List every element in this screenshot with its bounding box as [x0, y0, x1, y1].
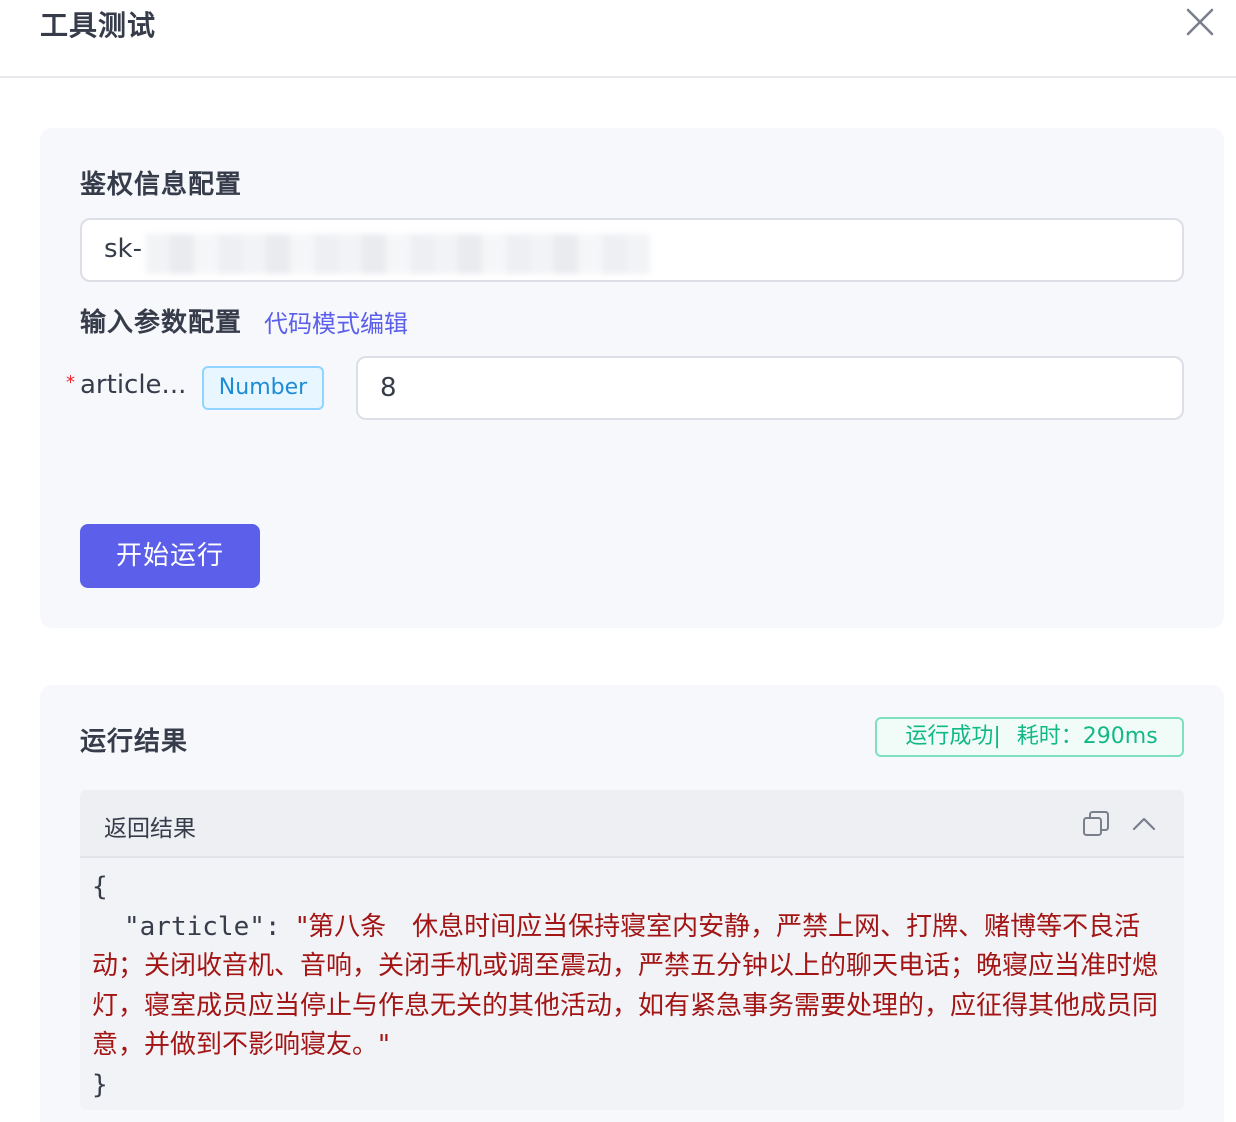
chevron-up-icon: [1132, 817, 1156, 831]
run-duration-text: 耗时：290ms: [1016, 724, 1158, 749]
result-card: 运行结果 运行成功| 耗时：290ms 返回结果 { "article": "第八…: [40, 685, 1224, 1122]
run-status-text: 运行成功|: [905, 724, 1001, 749]
start-run-button[interactable]: 开始运行: [80, 524, 260, 588]
json-result-body: { "article": "第八条 休息时间应当保持寝室内安静，严禁上网、打牌、…: [92, 868, 1182, 1105]
auth-key-input[interactable]: sk-: [80, 218, 1184, 282]
result-section-label: 运行结果: [80, 727, 189, 757]
json-close-brace: }: [92, 1069, 108, 1100]
auth-key-prefix: sk-: [104, 234, 142, 264]
collapse-button[interactable]: [1130, 812, 1158, 836]
json-key: "article": [124, 911, 265, 942]
required-marker: *: [66, 372, 75, 393]
dialog-title: 工具测试: [40, 9, 157, 42]
copy-button[interactable]: [1082, 810, 1110, 838]
auth-section-label: 鉴权信息配置: [80, 170, 243, 200]
dialog-header: 工具测试: [0, 0, 1236, 78]
json-colon: :: [264, 911, 297, 942]
param-row: * article... Number 8: [64, 356, 1184, 420]
code-mode-edit-link[interactable]: 代码模式编辑: [264, 304, 408, 339]
copy-icon: [1083, 811, 1109, 836]
param-name-label: article...: [80, 370, 187, 400]
json-open-brace: {: [92, 872, 108, 902]
close-button[interactable]: [1180, 4, 1220, 40]
run-status-badge: 运行成功| 耗时：290ms: [875, 717, 1184, 757]
param-value-input[interactable]: 8: [356, 356, 1184, 420]
close-icon: [1186, 8, 1214, 36]
auth-key-redacted: [146, 234, 650, 274]
return-result-title: 返回结果: [104, 816, 196, 842]
return-result-header[interactable]: 返回结果: [80, 790, 1184, 858]
return-result-panel: 返回结果 { "article": "第八条 休息时间应当保持寝室内安静，严禁上…: [80, 790, 1184, 1110]
param-type-tag: Number: [202, 366, 324, 410]
params-section-label: 输入参数配置: [80, 308, 243, 338]
json-entry: "article": "第八条 休息时间应当保持寝室内安静，严禁上网、打牌、赌博…: [92, 908, 1182, 1066]
config-card: 鉴权信息配置 sk- 输入参数配置 代码模式编辑 * article... Nu…: [40, 128, 1224, 628]
